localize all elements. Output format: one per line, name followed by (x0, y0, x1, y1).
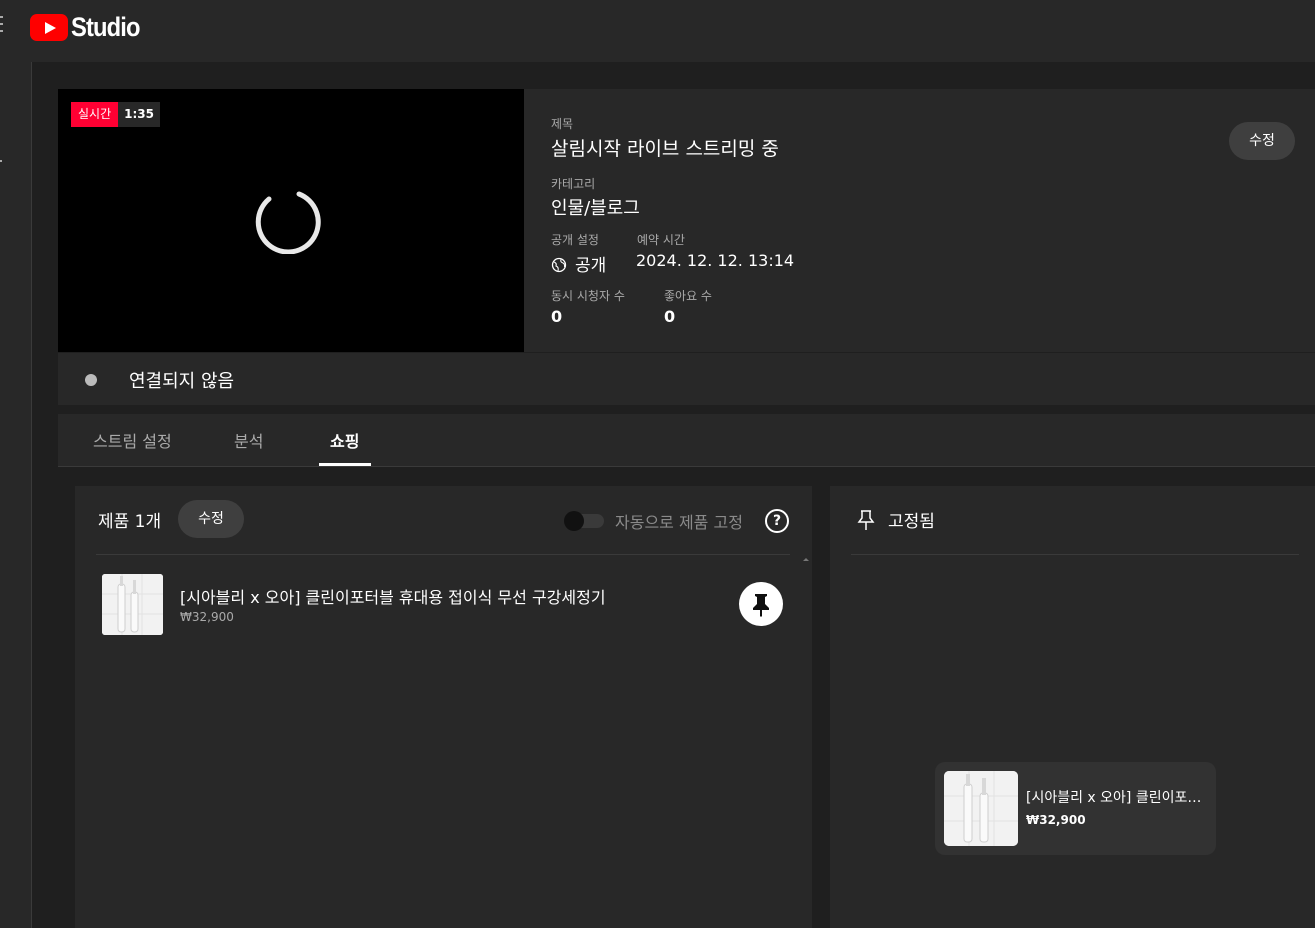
category-label: 카테고리 (551, 177, 596, 191)
edit-products-button[interactable]: 수정 (178, 500, 244, 538)
products-count: 제품 1개 (98, 512, 162, 532)
menu-icon[interactable] (0, 16, 3, 34)
loading-spinner-icon (255, 191, 321, 254)
tab-stream-settings[interactable]: 스트림 설정 (93, 428, 172, 452)
tab-analytics[interactable]: 분석 (234, 428, 263, 452)
live-badge: 실시간 1:35 (71, 102, 160, 127)
stream-title: 살림시작 라이브 스트리밍 중 (551, 138, 779, 160)
active-tab-indicator (319, 463, 371, 466)
products-panel: 제품 1개 수정 자동으로 제품 고정 ? [시아블리 x 오아] 클린이포터블… (75, 486, 812, 928)
connection-status-text: 연결되지 않음 (129, 371, 235, 392)
elapsed-time: 1:35 (118, 102, 160, 127)
viewers-label: 동시 시청자 수 (551, 289, 625, 303)
edit-details-button[interactable]: 수정 (1229, 122, 1295, 160)
video-preview[interactable]: 실시간 1:35 (58, 89, 524, 352)
left-sidebar (0, 62, 32, 928)
stream-details: 제목 살림시작 라이브 스트리밍 중 카테고리 인물/블로그 공개 설정 공개 … (524, 89, 1315, 352)
auto-pin-label: 자동으로 제품 고정 (615, 513, 743, 532)
scheduled-time: 2024. 12. 12. 13:14 (636, 251, 795, 270)
likes-label: 좋아요 수 (664, 289, 712, 303)
pinned-product-price: ₩32,900 (1026, 813, 1086, 827)
product-price: ₩32,900 (180, 610, 234, 624)
viewers-count: 0 (551, 307, 563, 326)
pinned-product-thumbnail (944, 771, 1018, 846)
logo-text: Studio (71, 12, 141, 42)
connection-status-bar: 연결되지 않음 (58, 353, 1315, 405)
live-label: 실시간 (71, 102, 119, 127)
title-label: 제목 (551, 117, 574, 131)
product-thumbnail (102, 574, 163, 635)
connection-status-dot-icon (85, 374, 97, 386)
pinned-title: 고정됨 (888, 512, 935, 532)
studio-logo[interactable]: Studio (30, 12, 149, 43)
scroll-up-arrow-icon[interactable] (803, 558, 809, 561)
product-row[interactable]: [시아블리 x 오아] 클린이포터블 휴대용 접이식 무선 구강세정기 ₩32,… (102, 574, 792, 636)
pin-product-button[interactable] (739, 582, 783, 626)
sidebar-edge-icon (0, 160, 2, 162)
divider (851, 554, 1299, 555)
pin-outline-icon (857, 510, 875, 530)
tab-bar: 스트림 설정 분석 쇼핑 (58, 414, 1315, 467)
pinned-product-name: [시아블리 x 오아] 클린이포터블 휴대용 접이식 무선 구강세정기 (1026, 790, 1208, 806)
auto-pin-toggle[interactable] (564, 511, 604, 531)
visibility-label: 공개 설정 (551, 233, 599, 247)
schedule-label: 예약 시간 (637, 233, 685, 247)
help-icon[interactable]: ? (765, 509, 789, 533)
top-bar: Studio (0, 0, 1315, 62)
pinned-product-card[interactable]: [시아블리 x 오아] 클린이포터블 휴대용 접이식 무선 구강세정기 ₩32,… (935, 762, 1216, 855)
stream-category: 인물/블로그 (551, 198, 640, 219)
stream-visibility: 공개 (575, 256, 607, 276)
globe-icon (551, 257, 567, 273)
pin-icon (753, 594, 769, 617)
toggle-knob (564, 511, 584, 531)
pinned-panel: 고정됨 [시아블리 x 오아] 클린이포터블 휴대용 접이식 무선 구강세정기 … (830, 486, 1315, 928)
divider (96, 554, 790, 555)
youtube-logo-icon (30, 14, 68, 41)
likes-count: 0 (664, 307, 676, 326)
tab-shopping[interactable]: 쇼핑 (330, 428, 359, 452)
product-name: [시아블리 x 오아] 클린이포터블 휴대용 접이식 무선 구강세정기 (180, 588, 606, 607)
